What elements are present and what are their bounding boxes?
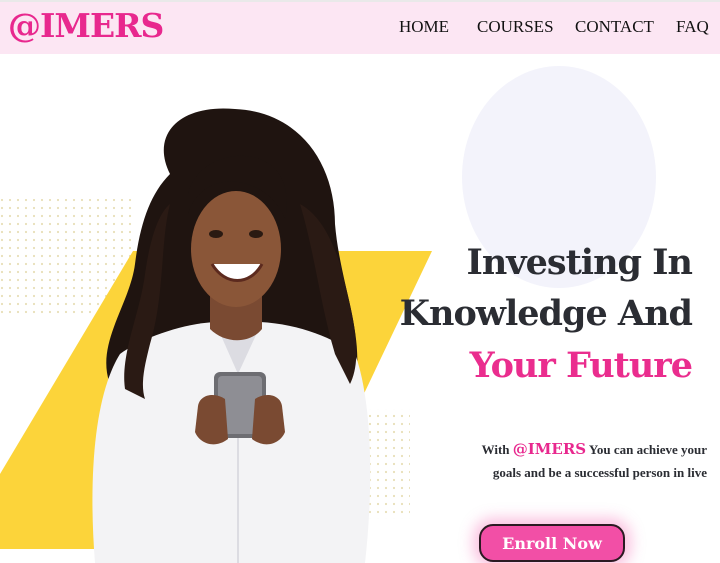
tagline-line-1: With @IMERS You can achieve your	[482, 440, 707, 458]
tagline-line-1-rest: You can achieve your	[588, 442, 707, 457]
enroll-now-button[interactable]: Enroll Now	[479, 524, 625, 562]
tagline-prefix: With	[481, 442, 510, 457]
headline-line-3: Your Future	[469, 345, 693, 386]
nav-links: HOME COURSES CONTACT FAQ	[0, 17, 720, 41]
navbar: @IMERS HOME COURSES CONTACT FAQ	[0, 0, 720, 54]
nav-courses-link[interactable]: COURSES	[477, 17, 554, 37]
tagline-brand: @IMERS	[512, 440, 587, 458]
tagline-line-2: goals and be a successful person in live	[492, 465, 707, 480]
nav-faq-link[interactable]: FAQ	[676, 17, 709, 37]
headline-line-2: Knowledge And	[399, 293, 693, 334]
headline-line-1: Investing In	[466, 242, 693, 283]
nav-contact-link[interactable]: CONTACT	[575, 17, 654, 37]
nav-home-link[interactable]: HOME	[399, 17, 449, 37]
hero-section: Investing In Knowledge And Your Future W…	[0, 54, 720, 563]
